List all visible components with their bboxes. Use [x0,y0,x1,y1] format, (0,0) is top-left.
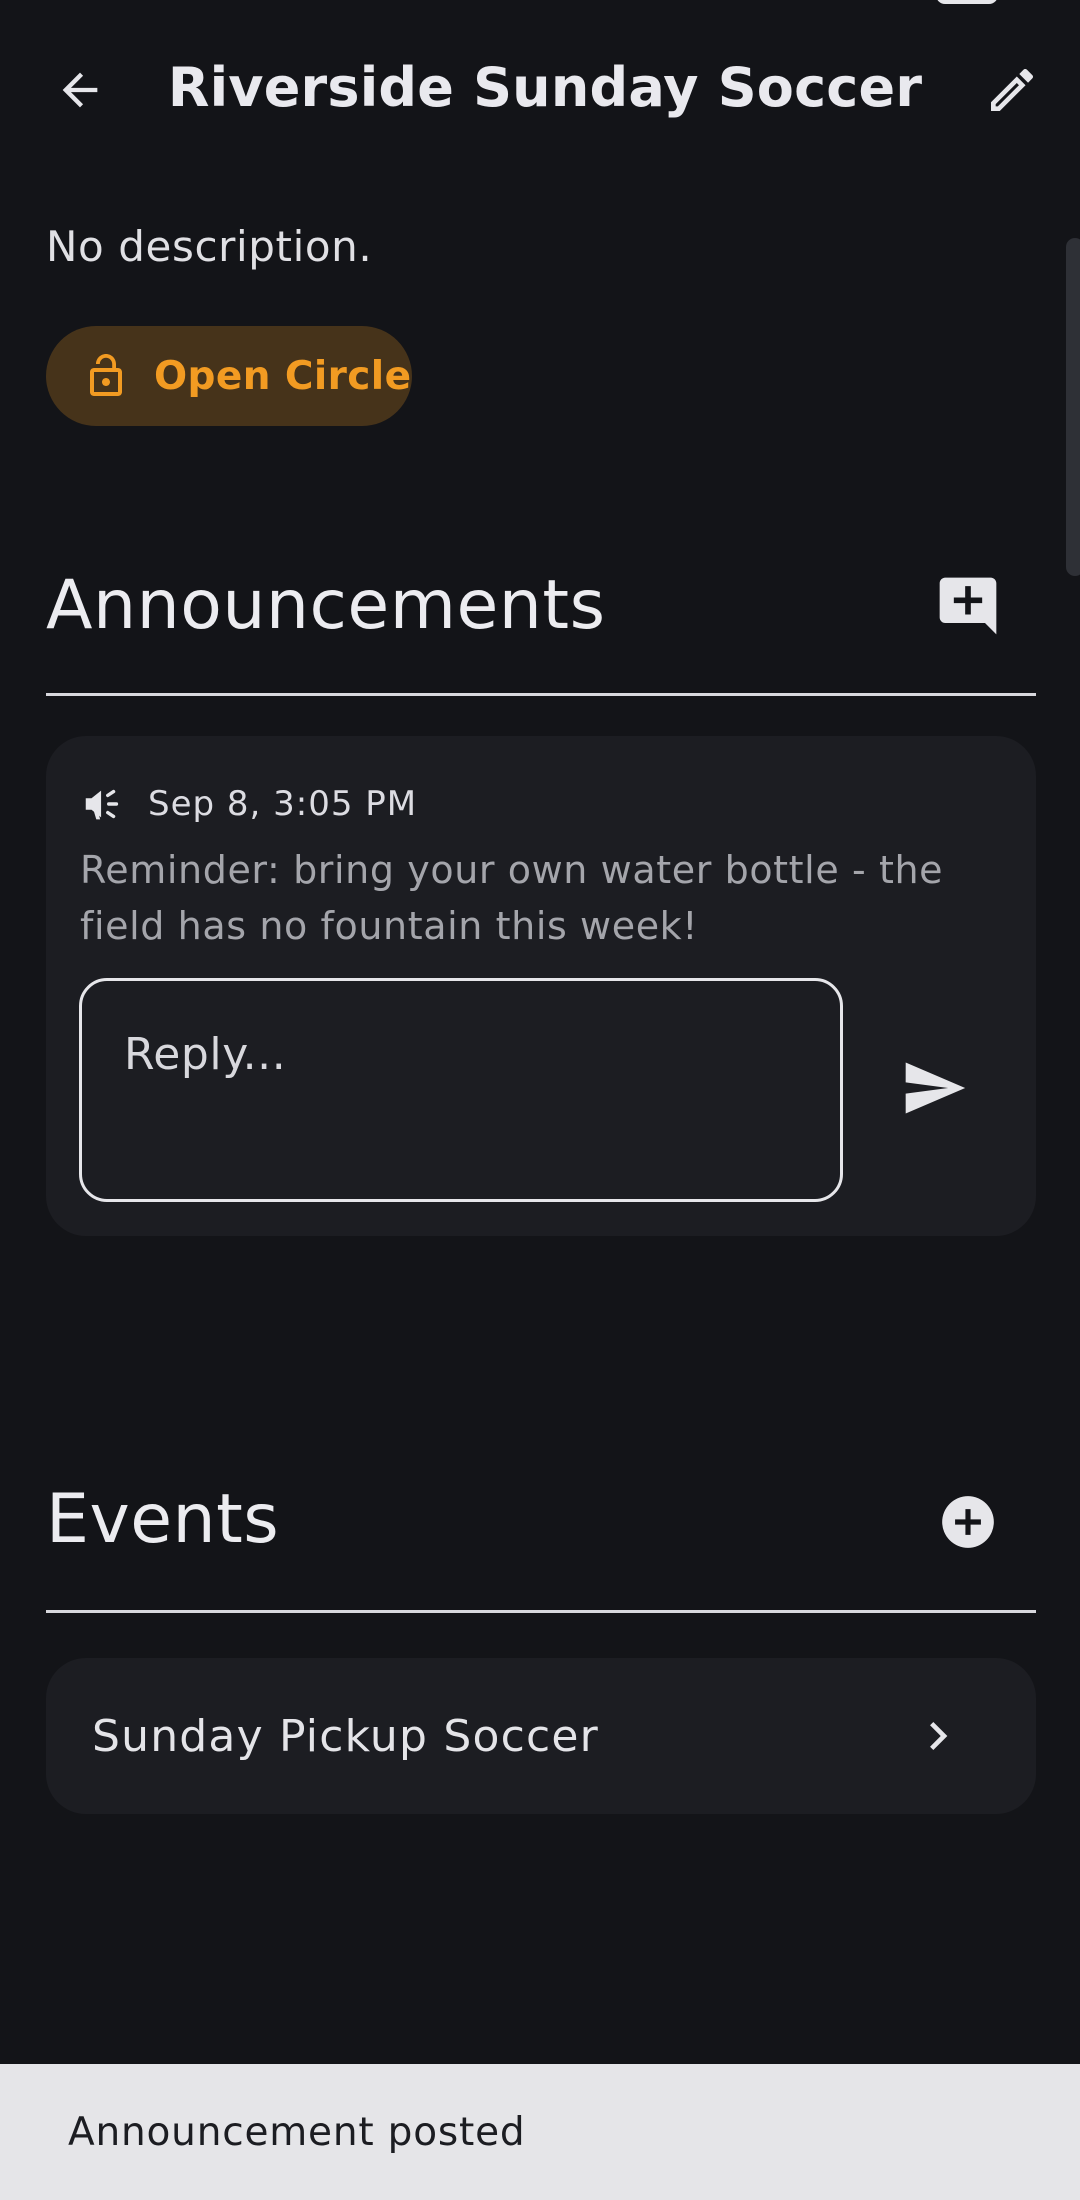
app-bar: Riverside Sunday Soccer [0,30,1080,150]
visibility-chip-label: Open Circle [154,353,412,399]
status-bar-indicator [936,0,998,4]
arrow-back-icon [62,72,98,108]
scrollbar-thumb[interactable] [1066,238,1080,576]
snackbar-message: Announcement posted [68,2109,526,2155]
circle-detail-screen: Riverside Sunday Soccer No description. … [0,0,1080,2200]
add-comment-icon [939,577,997,635]
events-heading: Events [46,1480,280,1559]
pencil-edit-icon [991,69,1034,111]
edit-button[interactable] [964,42,1060,138]
add-event-button[interactable] [920,1474,1016,1570]
visibility-chip[interactable]: Open Circle [46,326,412,426]
announcement-card: Sep 8, 3:05 PM Reminder: bring your own … [46,736,1036,1236]
send-reply-button[interactable] [882,1036,986,1140]
announcement-body: Reminder: bring your own water bottle - … [80,848,944,948]
event-title: Sunday Pickup Soccer [92,1710,599,1762]
announcement-timestamp: Sep 8, 3:05 PM [148,784,418,824]
page-title: Riverside Sunday Soccer [167,56,923,119]
chevron-right-icon [930,1722,948,1750]
add-announcement-button[interactable] [920,558,1016,654]
announcements-divider [46,693,1036,696]
add-circle-icon [942,1496,994,1548]
megaphone-icon [85,789,119,820]
reply-input[interactable] [124,1029,798,1080]
announcements-heading: Announcements [46,566,606,645]
reply-field[interactable] [79,978,843,1202]
snackbar: Announcement posted [0,2064,1080,2200]
back-button[interactable] [32,42,128,138]
announcement-meta: Sep 8, 3:05 PM [80,774,417,834]
lock-open-icon [90,354,122,396]
event-list-item[interactable]: Sunday Pickup Soccer [46,1658,1036,1814]
circle-description: No description. [46,222,373,271]
events-divider [46,1610,1036,1613]
send-icon [905,1062,966,1114]
